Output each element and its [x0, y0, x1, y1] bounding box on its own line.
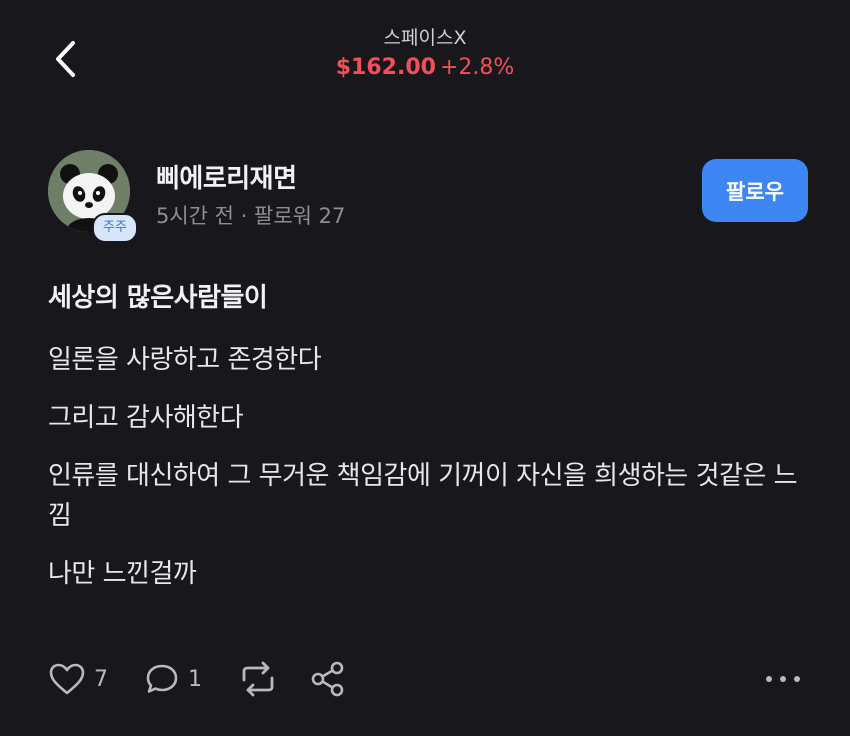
repost-icon	[242, 661, 274, 697]
post-paragraph: 인류를 대신하여 그 무거운 책임감에 기꺼이 자신을 희생하는 것같은 느낌	[48, 461, 798, 531]
follow-button[interactable]: 팔로우	[702, 159, 808, 222]
comment-button[interactable]: 1	[144, 656, 202, 702]
like-count: 7	[94, 666, 108, 692]
stock-price-line: $162.00 +2.8%	[0, 54, 850, 82]
post-meta: 5시간 전 · 팔로워 27	[156, 204, 346, 228]
post-paragraph: 나만 느낀걸까	[48, 559, 197, 589]
more-icon-dot	[780, 676, 786, 682]
post-content: 세상의 많은사람들이 일론을 사랑하고 존경한다 그리고 감사해한다 인류를 대…	[48, 278, 818, 612]
comment-icon	[146, 664, 178, 693]
share-button[interactable]	[310, 656, 346, 702]
heart-icon	[49, 663, 85, 695]
more-icon	[766, 676, 772, 682]
stock-info[interactable]: 스페이스X $162.00 +2.8%	[0, 26, 850, 82]
more-icon-dot	[794, 676, 800, 682]
author-row: 주주 삐에로리재면 5시간 전 · 팔로워 27 팔로우	[48, 150, 808, 250]
stock-change: +2.8%	[439, 55, 515, 80]
action-bar: 7 1	[48, 656, 800, 706]
stock-name: 스페이스X	[383, 27, 467, 49]
repost-button[interactable]	[236, 656, 280, 702]
like-button[interactable]: 7	[48, 656, 108, 702]
more-button[interactable]	[766, 666, 800, 692]
share-icon	[311, 661, 344, 697]
author-name[interactable]: 삐에로리재면	[156, 158, 297, 195]
top-bar: 스페이스X $162.00 +2.8%	[0, 0, 850, 110]
post-paragraph: 그리고 감사해한다	[48, 403, 244, 433]
comment-count: 1	[188, 666, 202, 692]
shareholder-badge: 주주	[92, 213, 138, 243]
post-paragraph: 일론을 사랑하고 존경한다	[48, 345, 322, 375]
stock-price: $162.00	[335, 55, 436, 80]
post-title: 세상의 많은사람들이	[48, 283, 268, 313]
